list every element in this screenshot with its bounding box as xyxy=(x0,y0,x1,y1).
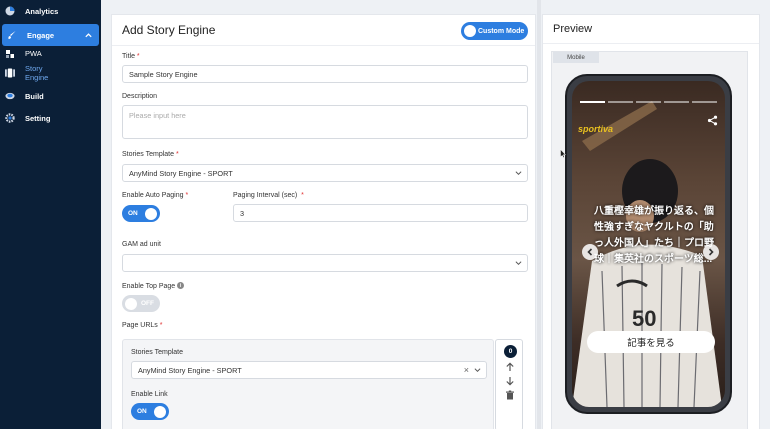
sidebar-item-label: Build xyxy=(25,91,44,101)
page-title: Add Story Engine xyxy=(122,23,216,37)
gam-label: GAM ad unit xyxy=(122,241,161,248)
page-url-item: Stories Template AnyMind Story Engine - … xyxy=(122,339,494,429)
top-page-label: Enable Top Page xyxy=(122,283,176,290)
brush-icon xyxy=(7,30,17,40)
required-mark: * xyxy=(301,192,304,199)
sidebar-item-label: Analytics xyxy=(25,6,59,16)
sidebar: Analytics Engage PWA Story Engine Build … xyxy=(0,0,101,429)
custom-mode-label: Custom Mode xyxy=(478,27,525,35)
description-textarea[interactable]: Please input here xyxy=(122,105,528,139)
required-mark: * xyxy=(185,192,189,199)
gear-icon xyxy=(5,113,15,123)
read-article-button[interactable]: 記事を見る xyxy=(587,331,715,353)
required-mark: * xyxy=(159,322,163,329)
title-value: Sample Story Engine xyxy=(129,69,198,79)
paging-interval-input[interactable]: 3 xyxy=(233,204,528,222)
scrollbar[interactable] xyxy=(537,0,541,429)
svg-text:50: 50 xyxy=(632,306,656,331)
tab-mobile[interactable]: Mobile xyxy=(553,52,599,63)
chart-pie-icon xyxy=(5,6,15,16)
next-arrow-icon[interactable] xyxy=(703,244,719,260)
description-label: Description xyxy=(122,93,158,100)
story-engine-form: Add Story Engine Custom Mode Title * Sam… xyxy=(111,14,536,429)
story-headline: 八重樫幸雄が振り返る、個性強すぎなヤクルトの「助っ人外国人」たち｜プロ野球｜集英… xyxy=(594,206,714,265)
title-label-text: Title xyxy=(122,53,135,60)
page-urls-label: Page URLs * xyxy=(122,322,162,329)
enable-link-label: Enable Link xyxy=(131,391,168,398)
auto-paging-label-text: Enable Auto Paging xyxy=(122,192,184,199)
toggle-state: OFF xyxy=(141,300,154,307)
url-template-select[interactable]: AnyMind Story Engine - SPORT × xyxy=(131,361,487,379)
sidebar-item-label: PWA xyxy=(25,49,42,58)
share-icon[interactable] xyxy=(707,115,718,126)
paging-interval-value: 3 xyxy=(240,208,245,218)
url-template-label: Stories Template xyxy=(131,349,184,356)
divider xyxy=(543,43,759,44)
toggle-state: ON xyxy=(137,408,147,415)
arrow-down-icon[interactable] xyxy=(505,376,515,386)
preview-title: Preview xyxy=(553,23,593,35)
mouse-cursor-icon xyxy=(560,149,566,158)
paging-interval-label-text: Paging Interval (sec) xyxy=(233,192,298,199)
sidebar-item-label: Engage xyxy=(27,30,55,40)
trash-icon[interactable] xyxy=(505,390,515,400)
brand-logo: sportiva xyxy=(578,124,614,134)
title-label: Title * xyxy=(122,53,140,60)
auto-paging-toggle[interactable]: ON xyxy=(122,205,160,222)
info-icon[interactable]: i xyxy=(177,282,184,289)
toggle-state: ON xyxy=(128,210,138,217)
sidebar-item-engage[interactable]: Engage xyxy=(2,24,99,46)
enable-link-toggle[interactable]: ON xyxy=(131,403,169,420)
toggle-knob xyxy=(464,25,476,37)
chevron-down-icon xyxy=(515,261,522,266)
toggle-knob xyxy=(154,405,166,418)
required-mark: * xyxy=(175,151,179,158)
arrow-up-icon[interactable] xyxy=(505,362,515,372)
toggle-knob xyxy=(125,297,137,310)
required-mark: * xyxy=(136,53,140,60)
title-input[interactable]: Sample Story Engine xyxy=(122,65,528,83)
gam-ad-unit-select[interactable] xyxy=(122,254,528,272)
description-placeholder: Please input here xyxy=(129,111,186,120)
toggle-knob xyxy=(145,207,157,220)
story-screen: 50 sportiva 八重樫幸雄が振り返る、個性強すぎなヤクルトの「助っ人外国… xyxy=(572,81,725,407)
page-urls-label-text: Page URLs xyxy=(122,322,158,329)
divider xyxy=(112,45,535,46)
chevron-down-icon xyxy=(474,368,481,373)
pwa-icon xyxy=(5,49,15,59)
paging-interval-label: Paging Interval (sec) * xyxy=(233,192,304,199)
story-progress xyxy=(580,101,717,103)
chevron-up-icon xyxy=(85,32,92,37)
chevron-down-icon xyxy=(515,171,522,176)
stories-template-label-text: Stories Template xyxy=(122,151,175,158)
stories-template-label: Stories Template * xyxy=(122,151,179,158)
clear-icon[interactable]: × xyxy=(464,365,469,375)
stories-template-select[interactable]: AnyMind Story Engine - SPORT xyxy=(122,164,528,182)
build-icon xyxy=(5,91,15,101)
story-icon xyxy=(5,67,15,78)
url-template-value: AnyMind Story Engine - SPORT xyxy=(138,365,242,375)
custom-mode-toggle[interactable]: Custom Mode xyxy=(461,22,528,40)
sidebar-item-label: Setting xyxy=(25,113,51,123)
sidebar-item-label: Story Engine xyxy=(25,63,49,82)
prev-arrow-icon[interactable] xyxy=(582,244,598,260)
url-item-controls: 0 xyxy=(495,339,523,429)
stories-template-value: AnyMind Story Engine - SPORT xyxy=(129,168,233,178)
url-index-badge: 0 xyxy=(504,345,517,358)
auto-paging-label: Enable Auto Paging * xyxy=(122,192,188,199)
top-page-toggle[interactable]: OFF xyxy=(122,295,160,312)
phone-mockup: 50 sportiva 八重樫幸雄が振り返る、個性強すぎなヤクルトの「助っ人外国… xyxy=(565,74,732,414)
